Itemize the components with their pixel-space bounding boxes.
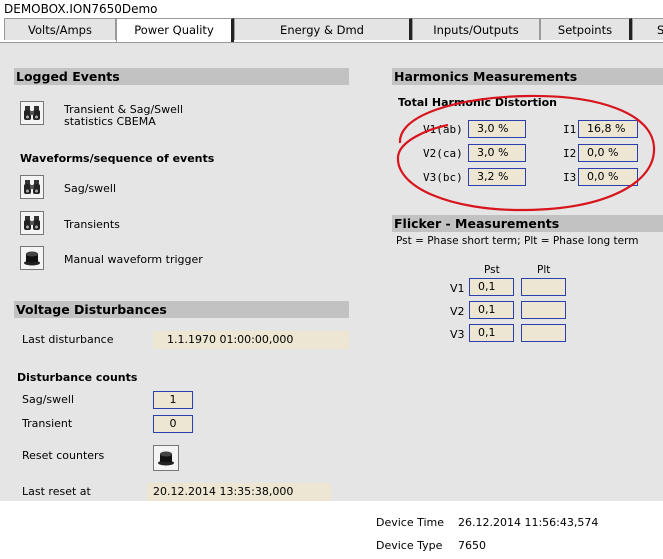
transients-waveform-label: Transients: [64, 218, 120, 231]
transient-count-value: 0: [153, 415, 193, 433]
flicker-v1-pst: 0,1: [469, 278, 514, 296]
harmonics-header: Harmonics Measurements: [392, 68, 663, 85]
transients-waveform-button[interactable]: [20, 211, 44, 235]
last-reset-label: Last reset at: [22, 485, 91, 498]
tab-setpoints[interactable]: Setpoints: [540, 18, 632, 40]
tab-energy-dmd[interactable]: Energy & Dmd: [234, 18, 412, 40]
flicker-v2-label: V2: [450, 305, 465, 318]
flicker-v3-pst: 0,1: [469, 324, 514, 342]
power-quality-panel: Logged Events Transient & Sag/Swell stat…: [0, 42, 663, 501]
flicker-v2-pst: 0,1: [469, 301, 514, 319]
flicker-col-pst: Pst: [484, 264, 500, 276]
cbema-stats-button[interactable]: [20, 101, 44, 125]
binoculars-icon: [24, 180, 40, 194]
highlight-ellipse: [396, 94, 656, 212]
last-reset-value: 20.12.2014 13:35:38,000: [147, 483, 331, 501]
reset-counters-button[interactable]: [153, 445, 179, 471]
binoculars-icon: [24, 216, 40, 230]
tab-bar: Volts/Amps Power Quality Energy & Dmd In…: [0, 18, 663, 42]
flicker-col-plt: Plt: [537, 264, 551, 276]
device-type-label: Device Type: [376, 539, 443, 552]
waveforms-subheading: Waveforms/sequence of events: [20, 152, 215, 165]
push-button-icon: [158, 451, 174, 466]
logged-events-header: Logged Events: [14, 68, 349, 85]
tab-power-quality[interactable]: Power Quality: [116, 18, 234, 42]
sag-swell-waveform-button[interactable]: [20, 175, 44, 199]
flicker-note: Pst = Phase short term; Plt = Phase long…: [396, 235, 639, 247]
sag-swell-waveform-label: Sag/swell: [64, 182, 117, 195]
flicker-v2-plt: [521, 301, 566, 319]
flicker-v3-plt: [521, 324, 566, 342]
transient-count-label: Transient: [22, 417, 73, 430]
binoculars-icon: [24, 106, 40, 120]
flicker-v1-label: V1: [450, 282, 465, 295]
sag-swell-count-value: 1: [153, 391, 193, 409]
push-button-icon: [24, 251, 40, 266]
reset-counters-label: Reset counters: [22, 449, 105, 462]
disturbance-counts-subheading: Disturbance counts: [17, 371, 138, 384]
last-disturbance-label: Last disturbance: [22, 333, 114, 346]
device-time-value: 26.12.2014 11:56:43,574: [458, 516, 599, 529]
flicker-v1-plt: [521, 278, 566, 296]
voltage-disturbances-header: Voltage Disturbances: [14, 301, 349, 318]
device-type-value: 7650: [458, 539, 486, 552]
tab-volts-amps[interactable]: Volts/Amps: [4, 18, 116, 40]
tab-more[interactable]: S: [632, 18, 663, 40]
flicker-header: Flicker - Measurements: [392, 215, 663, 232]
manual-trigger-button[interactable]: [20, 246, 44, 270]
window-title: DEMOBOX.ION7650Demo: [4, 2, 158, 16]
sag-swell-count-label: Sag/swell: [22, 393, 75, 406]
tab-inputs-outputs[interactable]: Inputs/Outputs: [412, 18, 540, 40]
manual-trigger-label: Manual waveform trigger: [64, 253, 203, 266]
device-time-label: Device Time: [376, 516, 445, 529]
last-disturbance-value: 1.1.1970 01:00:00,000: [153, 331, 349, 349]
flicker-v3-label: V3: [450, 328, 465, 341]
cbema-stats-label-line2: statistics CBEMA: [64, 115, 156, 128]
